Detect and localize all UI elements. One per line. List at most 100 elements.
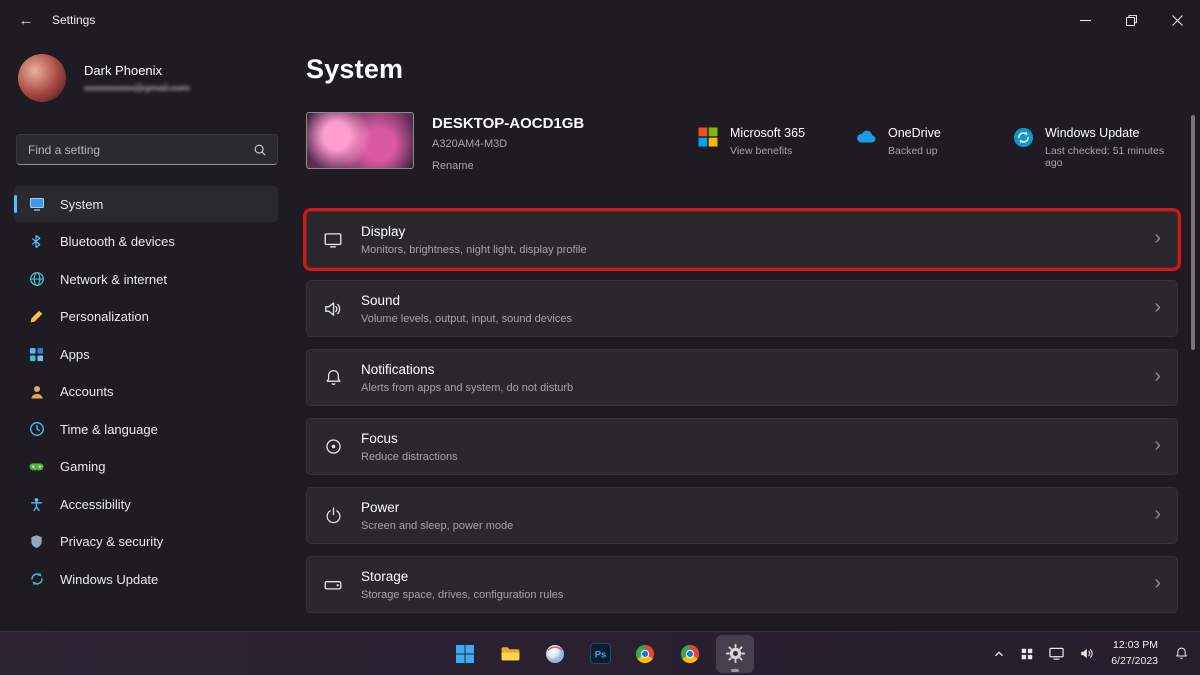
chevron-right-icon: › (1154, 366, 1161, 389)
bell-icon (321, 368, 345, 387)
settings-app-button[interactable] (716, 635, 754, 673)
gamepad-icon (28, 458, 45, 475)
settings-row-storage[interactable]: Storage Storage space, drives, configura… (306, 556, 1178, 613)
settings-row-notifications[interactable]: Notifications Alerts from apps and syste… (306, 349, 1178, 406)
storage-drive-icon (321, 575, 345, 595)
svg-text:Ps: Ps (594, 650, 606, 661)
sidebar-item-windows-update[interactable]: Windows Update (14, 561, 278, 597)
clock-icon (28, 421, 45, 438)
volume-icon (1079, 646, 1095, 661)
volume-button[interactable] (1074, 636, 1100, 672)
folder-icon (500, 643, 521, 664)
sidebar-item-personalization[interactable]: Personalization (14, 299, 278, 335)
restore-icon (1126, 15, 1137, 26)
status-card-subtitle: View benefits (730, 145, 805, 157)
user-account-block[interactable]: Dark Phoenix xxxxxxxxxx@gmail.com (18, 54, 190, 102)
sidebar-item-system[interactable]: System (14, 186, 278, 222)
chevron-up-icon (992, 647, 1006, 661)
settings-row-display[interactable]: Display Monitors, brightness, night ligh… (306, 211, 1178, 268)
photoshop-icon: Ps (590, 643, 611, 664)
person-icon (28, 383, 45, 400)
chrome-icon (635, 644, 655, 664)
accessibility-person-icon (28, 496, 45, 513)
device-wallpaper-thumbnail (306, 112, 414, 169)
back-button[interactable]: ← (6, 2, 46, 38)
gear-icon (725, 643, 746, 664)
settings-row-focus[interactable]: Focus Reduce distractions › (306, 418, 1178, 475)
sidebar-item-label: Bluetooth & devices (60, 234, 175, 249)
browser-sphere-app-button[interactable] (536, 635, 574, 673)
chrome-button[interactable] (626, 635, 664, 673)
sidebar-item-label: Time & language (60, 422, 158, 437)
chrome-secondary-button[interactable] (671, 635, 709, 673)
sidebar-item-network-internet[interactable]: Network & internet (14, 261, 278, 297)
sidebar-item-label: Personalization (60, 309, 149, 324)
row-description: Alerts from apps and system, do not dist… (361, 382, 1154, 394)
ethernet-network-icon (1048, 646, 1065, 661)
sidebar-item-label: Accessibility (60, 497, 131, 512)
row-label: Focus (361, 431, 1154, 446)
notification-center-button[interactable] (1169, 636, 1194, 672)
restore-button[interactable] (1108, 0, 1154, 40)
network-status-button[interactable] (1043, 636, 1070, 672)
user-name: Dark Phoenix (84, 63, 190, 78)
windows-update-status-icon (1013, 126, 1034, 148)
file-explorer-button[interactable] (491, 635, 529, 673)
start-button[interactable] (446, 635, 484, 673)
onedrive-card[interactable]: OneDrive Backed up (855, 126, 975, 169)
search-box[interactable] (16, 134, 278, 165)
main-content: System DESKTOP-AOCD1GB A320AM4-M3D Renam… (292, 40, 1200, 631)
row-label: Display (361, 224, 1154, 239)
sidebar-item-bluetooth-devices[interactable]: Bluetooth & devices (14, 224, 278, 260)
clock-date: 6/27/2023 (1111, 654, 1158, 669)
sidebar-item-label: Accounts (60, 384, 113, 399)
scrollbar-thumb[interactable] (1191, 115, 1195, 350)
row-description: Storage space, drives, configuration rul… (361, 589, 1154, 601)
minimize-button[interactable] (1062, 0, 1108, 40)
widgets-grid-button[interactable] (1015, 636, 1039, 672)
settings-row-sound[interactable]: Sound Volume levels, output, input, soun… (306, 280, 1178, 337)
back-icon: ← (19, 12, 34, 29)
avatar (18, 54, 66, 102)
display-icon (321, 230, 345, 250)
device-model: A320AM4-M3D (432, 138, 584, 150)
sidebar-item-apps[interactable]: Apps (14, 336, 278, 372)
status-card-subtitle: Last checked: 51 minutes ago (1045, 145, 1170, 169)
sidebar-item-gaming[interactable]: Gaming (14, 449, 278, 485)
sidebar-item-label: System (60, 197, 103, 212)
rename-link[interactable]: Rename (432, 160, 584, 172)
row-label: Power (361, 500, 1154, 515)
close-button[interactable] (1154, 0, 1200, 40)
row-label: Notifications (361, 362, 1154, 377)
search-input[interactable] (17, 143, 253, 157)
grid-icon (1020, 647, 1034, 661)
row-description: Screen and sleep, power mode (361, 520, 1154, 532)
microsoft-365-card[interactable]: Microsoft 365 View benefits (697, 126, 817, 169)
globe-icon (28, 271, 45, 288)
sidebar-item-time-language[interactable]: Time & language (14, 411, 278, 447)
taskbar-clock[interactable]: 12:03 PM 6/27/2023 (1104, 638, 1165, 668)
chevron-right-icon: › (1154, 435, 1161, 458)
update-arrows-icon (28, 571, 45, 588)
minimize-icon (1080, 15, 1091, 26)
sidebar-item-accounts[interactable]: Accounts (14, 374, 278, 410)
apps-grid-icon (28, 346, 45, 363)
device-info: DESKTOP-AOCD1GB A320AM4-M3D Rename (306, 112, 584, 172)
show-hidden-icons-button[interactable] (987, 636, 1011, 672)
chevron-right-icon: › (1154, 297, 1161, 320)
row-label: Storage (361, 569, 1154, 584)
row-label: Sound (361, 293, 1154, 308)
power-icon (321, 506, 345, 525)
sidebar-item-accessibility[interactable]: Accessibility (14, 486, 278, 522)
sidebar-item-label: Windows Update (60, 572, 158, 587)
browser-sphere-icon (545, 644, 565, 664)
speaker-icon (321, 299, 345, 319)
windows-logo-icon (455, 644, 475, 664)
search-icon (253, 143, 267, 157)
photoshop-button[interactable]: Ps (581, 635, 619, 673)
windows-update-card[interactable]: Windows Update Last checked: 51 minutes … (1013, 126, 1170, 169)
status-cards: Microsoft 365 View benefits OneDrive Bac… (697, 126, 1170, 169)
settings-row-power[interactable]: Power Screen and sleep, power mode › (306, 487, 1178, 544)
row-description: Reduce distractions (361, 451, 1154, 463)
sidebar-item-privacy-security[interactable]: Privacy & security (14, 524, 278, 560)
